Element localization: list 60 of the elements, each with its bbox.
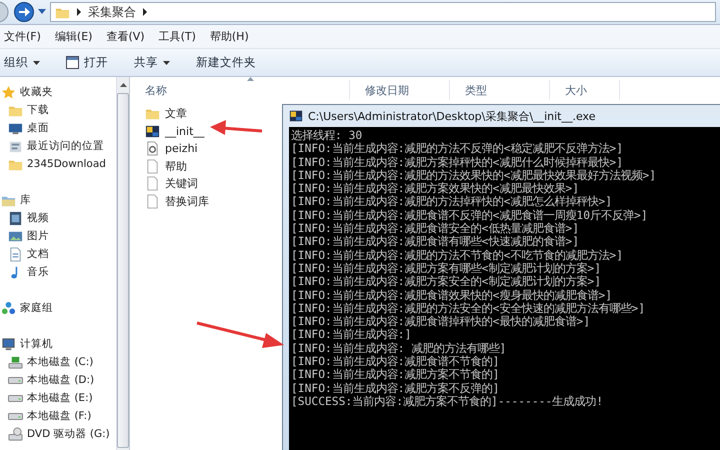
sidebar-item[interactable]: 本地磁盘 (E:) xyxy=(27,391,93,405)
console-line: [INFO:当前生成内容:减肥的方法不节食的<不吃节食的减肥方法>] xyxy=(291,248,624,262)
sidebar-item[interactable]: 本地磁盘 (D:) xyxy=(27,373,94,387)
column-header[interactable]: 大小 xyxy=(550,80,620,100)
breadcrumb[interactable]: 采集聚合 xyxy=(88,4,136,20)
column-header[interactable]: 类型 xyxy=(450,80,550,100)
column-header[interactable]: 名称 xyxy=(130,80,350,100)
console-line: [INFO:当前生成内容:减肥方案不节食的] xyxy=(291,368,500,382)
console-line: [INFO:当前生成内容:减肥的方法掉秤快的<减肥怎么样掉秤快>] xyxy=(291,195,612,209)
console-line: [INFO:当前生成内容:减肥食谱效果快的<瘦身最快的减肥食谱>] xyxy=(291,288,612,302)
column-header[interactable]: 修改日期 xyxy=(350,80,450,100)
file-name[interactable]: 关键词 xyxy=(165,176,198,192)
sidebar-item[interactable]: 下载 xyxy=(27,103,49,117)
sidebar-item[interactable]: 视频 xyxy=(27,211,49,225)
file-name[interactable]: 替换词库 xyxy=(165,194,209,209)
console-line: [INFO:当前生成内容:减肥的方法安全的<安全快速的减肥方法有哪些>] xyxy=(291,302,646,315)
address-field[interactable]: 采集聚合 xyxy=(50,2,716,22)
sidebar-item[interactable]: 音乐 xyxy=(27,265,49,279)
console-line: [INFO:当前生成内容: 减肥的方法有哪些] xyxy=(291,342,506,355)
file-name[interactable]: 帮助 xyxy=(165,158,187,174)
console-line: [INFO:当前生成内容:减肥食谱安全的<低热量减肥食谱>] xyxy=(291,222,580,236)
sidebar-item[interactable]: 最近访问的位置 xyxy=(27,139,104,153)
console-line: [INFO:当前生成内容:减肥食谱有哪些<快速减肥的食谱>] xyxy=(291,235,580,249)
console-line: [INFO:当前生成内容:减肥方案效果快的<减肥最快效果>] xyxy=(291,182,580,196)
console-line: [INFO:当前生成内容:减肥方案有哪些<制定减肥计划的方案>] xyxy=(291,262,602,275)
window-title: C:\Users\Administrator\Desktop\采集聚合\__init__.exe xyxy=(308,108,596,124)
console-line: [INFO:当前生成内容:减肥方案安全的<制定减肥计划的方案>] xyxy=(291,275,602,289)
console-line: 选择线程: 30 xyxy=(291,129,362,142)
console-line: [INFO:当前生成内容:减肥食谱不反弹的<减肥食谱一周瘦10斤不反弹>] xyxy=(291,208,648,222)
menu-item[interactable]: 帮助(H) xyxy=(208,27,251,46)
console-line: [INFO:当前生成内容:减肥食谱不节食的] xyxy=(291,355,500,368)
sidebar-item[interactable]: 计算机 xyxy=(20,337,53,351)
console-line: [INFO:当前生成内容:减肥食谱掉秤快的<最快的减肥食谱>] xyxy=(291,315,590,328)
console-line: [INFO:当前生成内容:减肥的方法效果快的<减肥最快效果最好方法视频>] xyxy=(291,168,656,182)
sidebar-item[interactable]: 收藏夹 xyxy=(20,85,53,99)
sidebar-item[interactable]: 图片 xyxy=(27,229,49,243)
toolbar-button[interactable]: 打开 xyxy=(64,52,110,73)
sidebar-item[interactable]: 本地磁盘 (F:) xyxy=(27,409,92,423)
menu-item[interactable]: 文件(F) xyxy=(2,27,43,46)
console-line: [INFO:当前生成内容:减肥方案掉秤快的<减肥什么时候掉秤最快>] xyxy=(291,156,624,169)
sidebar-item[interactable]: 桌面 xyxy=(27,121,49,135)
menu-item[interactable]: 查看(V) xyxy=(104,27,147,46)
toolbar-button[interactable]: 新建文件夹 xyxy=(194,52,258,73)
toolbar-button[interactable]: 组织 xyxy=(2,52,42,73)
sidebar-item[interactable]: 文档 xyxy=(27,247,49,261)
sidebar-item[interactable]: 家庭组 xyxy=(20,301,53,315)
menu-item[interactable]: 工具(T) xyxy=(156,27,198,46)
toolbar-button[interactable]: 共享 xyxy=(132,52,172,73)
console-line: [INFO:当前生成内容:减肥方案不反弹的] xyxy=(291,382,500,395)
file-name[interactable]: 文章 xyxy=(165,106,187,122)
console-line: [INFO:当前生成内容:] xyxy=(291,328,412,342)
sidebar-item[interactable]: 2345Download xyxy=(27,158,106,170)
console-line: [SUCCESS:当前内容:减肥方案不节食的]--------生成成功! xyxy=(291,394,604,408)
file-name[interactable]: __init__ xyxy=(165,124,204,138)
sidebar-item[interactable]: 库 xyxy=(20,193,31,207)
menu-item[interactable]: 编辑(E) xyxy=(52,27,94,46)
sidebar-item[interactable]: 本地磁盘 (C:) xyxy=(27,355,94,369)
file-name[interactable]: peizhi xyxy=(165,142,198,156)
sidebar-item[interactable]: DVD 驱动器 (G:) xyxy=(27,427,110,441)
console-line: [INFO:当前生成内容:减肥的方法不反弹的<稳定减肥不反弹方法>] xyxy=(291,142,624,156)
